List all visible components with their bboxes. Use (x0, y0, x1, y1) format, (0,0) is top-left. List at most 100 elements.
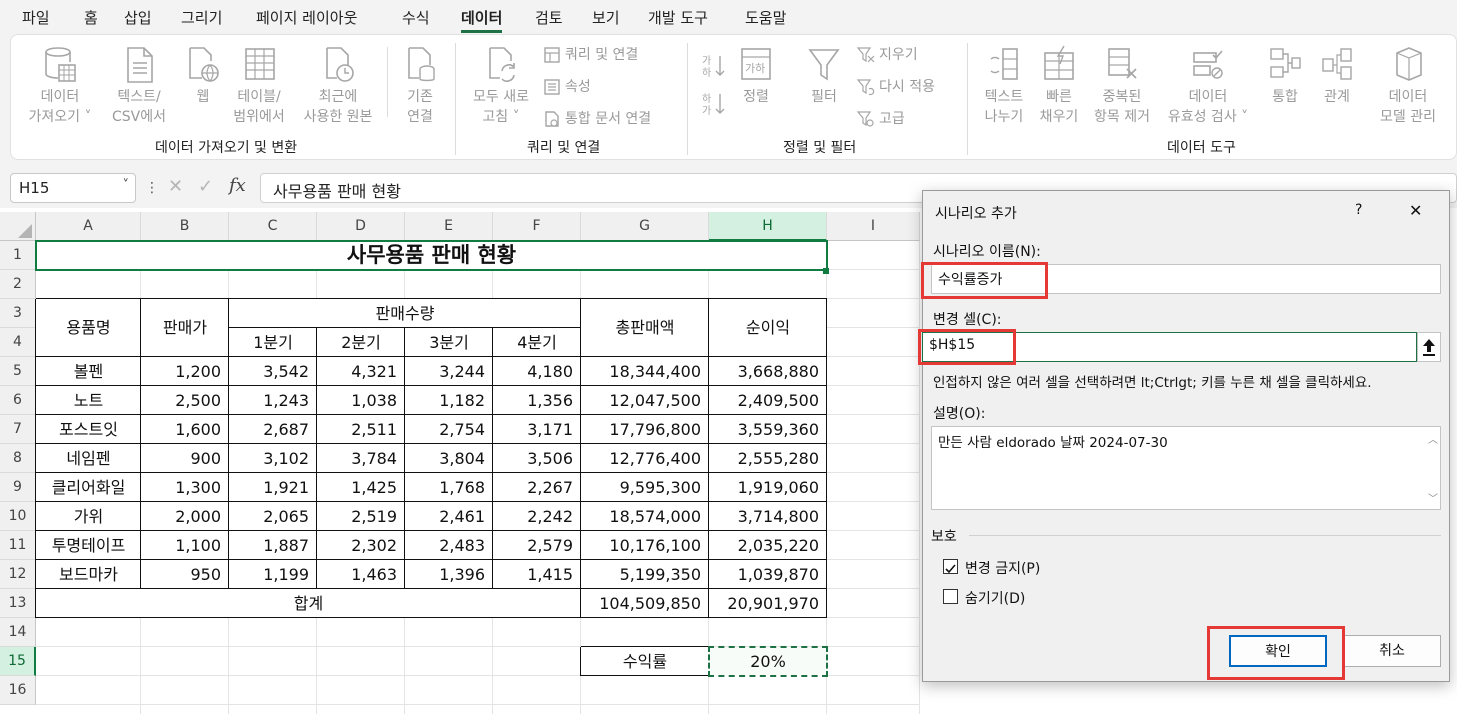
chevron-down-icon[interactable]: ˅ (123, 178, 130, 193)
value-cell[interactable]: 1,396 (405, 560, 493, 589)
value-cell[interactable]: 3,668,880 (709, 357, 827, 386)
value-cell[interactable]: 3,714,800 (709, 502, 827, 531)
prevent-changes-label[interactable]: 변경 금지(P) (965, 558, 1040, 578)
value-cell[interactable]: 1,463 (317, 560, 405, 589)
value-cell[interactable]: 5,199,350 (581, 560, 709, 589)
value-cell[interactable]: 3,559,360 (709, 415, 827, 444)
value-cell[interactable]: 2,687 (229, 415, 317, 444)
value-cell[interactable]: 2,409,500 (709, 386, 827, 415)
value-cell[interactable]: 2,000 (141, 502, 229, 531)
header-net-profit[interactable]: 순이익 (709, 299, 827, 357)
sort-button[interactable]: 가하 정렬 (733, 45, 779, 107)
cancel-icon[interactable]: ✕ (168, 176, 183, 197)
relationships-button[interactable]: 관계 (1317, 45, 1357, 107)
value-cell[interactable]: 3,244 (405, 357, 493, 386)
help-icon[interactable]: ? (1355, 202, 1362, 218)
edit-links-button[interactable]: 통합 문서 연결 (543, 109, 651, 129)
row-header[interactable]: 13 (0, 589, 36, 618)
value-cell[interactable]: 2,302 (317, 531, 405, 560)
table-range-button[interactable]: 테이블/ 범위에서 (227, 45, 291, 127)
row-header[interactable]: 9 (0, 473, 36, 502)
row-header[interactable]: 3 (0, 299, 36, 328)
column-header[interactable]: G (581, 212, 709, 241)
value-cell[interactable]: 1,100 (141, 531, 229, 560)
value-cell[interactable]: 18,344,400 (581, 357, 709, 386)
hide-checkbox[interactable] (943, 589, 958, 604)
item-name-cell[interactable]: 네임펜 (36, 444, 141, 473)
spreadsheet-grid[interactable]: ABCDEFGHI 1 2 3 4 5 6 7 8 9 10 11 12 13 14 15 16 사무용품 판… (0, 212, 920, 714)
row-header[interactable]: 2 (0, 270, 36, 299)
data-validation-button[interactable]: 데이터 유효성 검사 ˅ (1161, 45, 1255, 127)
column-header[interactable]: H (709, 212, 827, 241)
column-header[interactable]: E (405, 212, 493, 241)
queries-connections-button[interactable]: 쿼리 및 연결 (543, 45, 638, 65)
menu-home[interactable]: 홈 (84, 7, 98, 28)
column-header[interactable]: D (317, 212, 405, 241)
value-cell[interactable]: 1,921 (229, 473, 317, 502)
row-header[interactable]: 6 (0, 386, 36, 415)
value-cell[interactable]: 1,600 (141, 415, 229, 444)
row-header[interactable]: 8 (0, 444, 36, 473)
row-header[interactable]: 5 (0, 357, 36, 386)
value-cell[interactable]: 3,171 (493, 415, 581, 444)
clear-filter-button[interactable]: 지우기 (857, 45, 918, 65)
properties-button[interactable]: 속성 (543, 77, 591, 97)
item-name-cell[interactable]: 보드마카 (36, 560, 141, 589)
value-cell[interactable]: 17,796,800 (581, 415, 709, 444)
advanced-filter-button[interactable]: 고급 (857, 109, 905, 129)
value-cell[interactable]: 9,595,300 (581, 473, 709, 502)
value-cell[interactable]: 1,887 (229, 531, 317, 560)
menu-help[interactable]: 도움말 (745, 7, 786, 28)
value-cell[interactable]: 18,574,000 (581, 502, 709, 531)
item-name-cell[interactable]: 볼펜 (36, 357, 141, 386)
collapse-dialog-button[interactable] (1417, 332, 1441, 362)
fill-handle[interactable] (823, 268, 829, 274)
reapply-button[interactable]: 다시 적용 (857, 77, 935, 97)
value-cell[interactable]: 1,768 (405, 473, 493, 502)
value-cell[interactable]: 1,038 (317, 386, 405, 415)
value-cell[interactable]: 1,425 (317, 473, 405, 502)
menu-file[interactable]: 파일 (22, 7, 50, 28)
value-cell[interactable]: 2,267 (493, 473, 581, 502)
value-cell[interactable]: 1,200 (141, 357, 229, 386)
value-cell[interactable]: 2,754 (405, 415, 493, 444)
value-cell[interactable]: 3,804 (405, 444, 493, 473)
value-cell[interactable]: 12,047,500 (581, 386, 709, 415)
value-cell[interactable]: 2,579 (493, 531, 581, 560)
value-cell[interactable]: 1,300 (141, 473, 229, 502)
column-header[interactable]: A (36, 212, 141, 241)
scroll-up-icon[interactable]: ︿ (1428, 431, 1438, 446)
text-to-columns-button[interactable]: 텍스트 나누기 (977, 45, 1031, 127)
item-name-cell[interactable]: 노트 (36, 386, 141, 415)
header-q3[interactable]: 3분기 (405, 328, 493, 357)
value-cell[interactable]: 1,356 (493, 386, 581, 415)
header-item-name[interactable]: 용품명 (36, 299, 141, 357)
menu-draw[interactable]: 그리기 (181, 7, 222, 28)
value-cell[interactable]: 4,321 (317, 357, 405, 386)
row-header[interactable]: 1 (0, 241, 36, 270)
menu-review[interactable]: 검토 (535, 7, 563, 28)
consolidate-button[interactable]: 통합 (1265, 45, 1305, 107)
value-cell[interactable]: 12,776,400 (581, 444, 709, 473)
sum-label[interactable]: 합계 (36, 589, 581, 618)
value-cell[interactable]: 1,199 (229, 560, 317, 589)
description-textarea[interactable]: 만든 사람 eldorado 날짜 2024-07-30 ︿ ﹀ (931, 426, 1441, 510)
value-cell[interactable]: 2,500 (141, 386, 229, 415)
menu-data[interactable]: 데이터 (461, 7, 503, 33)
sum-profit-cell[interactable]: 20,901,970 (709, 589, 827, 618)
row-header[interactable]: 16 (0, 676, 36, 705)
web-button[interactable]: 웹 (181, 45, 225, 107)
row-header[interactable]: 7 (0, 415, 36, 444)
value-cell[interactable]: 2,065 (229, 502, 317, 531)
column-header[interactable]: C (229, 212, 317, 241)
row-header[interactable]: 11 (0, 531, 36, 560)
value-cell[interactable]: 1,415 (493, 560, 581, 589)
more-options-icon[interactable]: ⋮ (145, 180, 159, 196)
row-header[interactable]: 15 (0, 647, 36, 676)
recent-sources-button[interactable]: 최근에 사용한 원본 (295, 45, 381, 127)
value-cell[interactable]: 2,461 (405, 502, 493, 531)
close-icon[interactable]: ✕ (1409, 201, 1422, 220)
menu-view[interactable]: 보기 (592, 7, 620, 28)
menu-developer[interactable]: 개발 도구 (648, 7, 708, 28)
sort-za-button[interactable]: 하가 (701, 91, 725, 123)
